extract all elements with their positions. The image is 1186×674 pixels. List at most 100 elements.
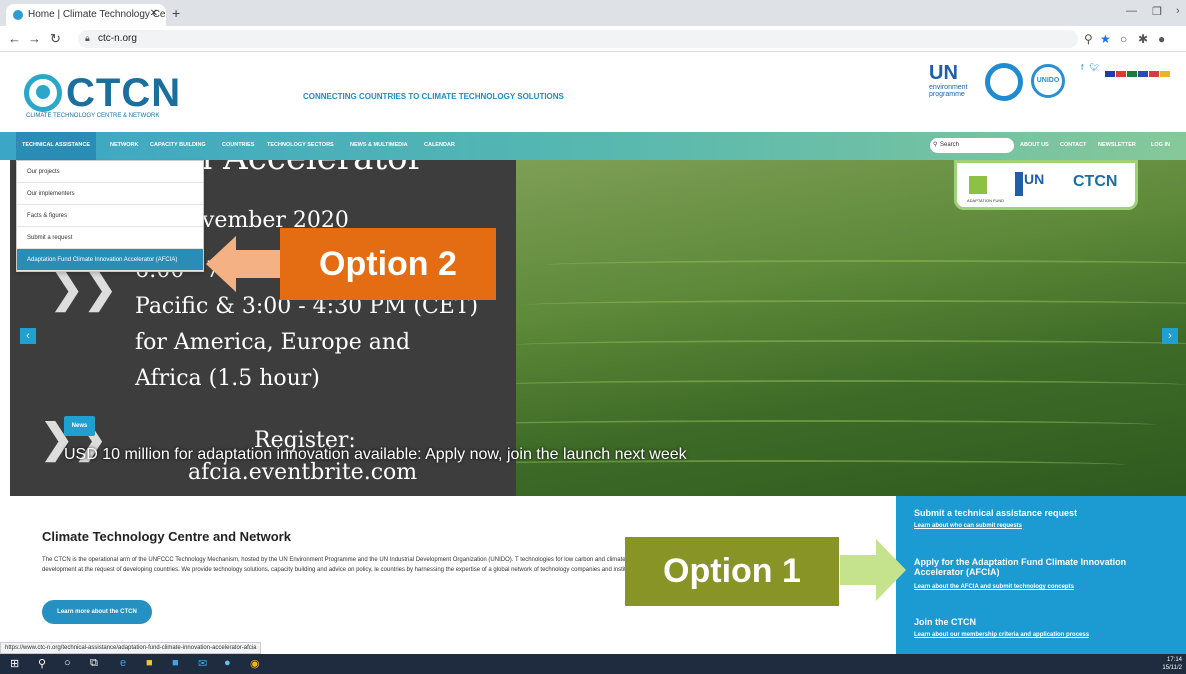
- partner-logos: UN environment programme UNIDO: [929, 62, 1069, 102]
- flag-cn-icon[interactable]: [1116, 71, 1126, 77]
- submit-request-title[interactable]: Submit a technical assistance request: [914, 508, 1077, 518]
- ctcn-logo-small: CTCN: [1073, 173, 1118, 190]
- flag-es-icon[interactable]: [1160, 71, 1170, 77]
- join-ctcn-title[interactable]: Join the CTCN: [914, 617, 976, 627]
- apply-afcia-link[interactable]: Learn about the AFCIA and submit technol…: [914, 584, 1074, 590]
- dropdown-item-afcia[interactable]: Adaptation Fund Climate Innovation Accel…: [17, 249, 203, 271]
- nav-newsletter[interactable]: NEWSLETTER: [1098, 142, 1136, 148]
- adaptation-fund-logo-icon: [969, 176, 987, 194]
- search-placeholder: Search: [940, 142, 960, 148]
- status-bar-url: https://www.ctc-n.org/technical-assistan…: [0, 642, 262, 654]
- twitter-icon[interactable]: 🐦︎: [1089, 63, 1099, 72]
- nav-countries[interactable]: COUNTRIES: [222, 142, 254, 148]
- nav-capacity-building[interactable]: CAPACITY BUILDING: [150, 142, 206, 148]
- tagline: CONNECTING COUNTRIES TO CLIMATE TECHNOLO…: [303, 92, 564, 101]
- nav-calendar[interactable]: CALENDAR: [424, 142, 455, 148]
- cortana-icon[interactable]: ○: [64, 657, 71, 669]
- nav-network[interactable]: NETWORK: [110, 142, 138, 148]
- option2-arrow-icon: [206, 236, 280, 292]
- dropdown-item-our-projects[interactable]: Our projects: [17, 161, 203, 183]
- search-icon[interactable]: ⚲: [38, 657, 46, 670]
- nav-about-us[interactable]: ABOUT US: [1020, 142, 1049, 148]
- nav-contact[interactable]: CONTACT: [1060, 142, 1086, 148]
- edge-icon[interactable]: e: [120, 657, 126, 669]
- chrome-icon[interactable]: ◉: [250, 657, 260, 670]
- zoom-icon[interactable]: ⚲: [1084, 32, 1093, 46]
- globe-icon: [24, 74, 62, 112]
- task-view-icon[interactable]: ⧉: [90, 657, 98, 670]
- unep-subtitle: environment programme: [929, 84, 968, 98]
- submit-request-link[interactable]: Learn about who can submit requests: [914, 523, 1022, 529]
- learn-more-button[interactable]: Learn more about the CTCN: [42, 600, 152, 624]
- nav-news-multimedia[interactable]: NEWS & MULTIMEDIA: [350, 142, 408, 148]
- url-text: ctc-n.org: [98, 33, 137, 44]
- flag-en-icon[interactable]: [1105, 71, 1115, 77]
- bookmark-star-icon[interactable]: ★: [1100, 32, 1111, 46]
- flag-fr-icon[interactable]: [1138, 71, 1148, 77]
- dropdown-item-our-implementers[interactable]: Our implementers: [17, 183, 203, 205]
- forward-arrow-icon[interactable]: →: [28, 31, 41, 46]
- logo-wordmark: CTCN: [66, 71, 182, 115]
- dropdown-item-submit-request[interactable]: Submit a request: [17, 227, 203, 249]
- language-flags: [1105, 64, 1171, 77]
- option1-arrow-icon: [840, 539, 906, 601]
- section-title: Climate Technology Centre and Network: [42, 529, 291, 544]
- apply-afcia-title[interactable]: Apply for the Adaptation Fund Climate In…: [914, 557, 1164, 577]
- facebook-icon[interactable]: f: [1081, 63, 1083, 72]
- close-tab-icon[interactable]: ✕: [150, 8, 158, 19]
- minimize-icon[interactable]: —: [1126, 5, 1137, 17]
- site-header: CTCN CLIMATE TECHNOLOGY CENTRE & NETWORK…: [0, 52, 1186, 132]
- reload-icon[interactable]: ↻: [50, 31, 61, 47]
- slide-region: for America, Europe and: [135, 330, 411, 355]
- tab-bar: Home | Climate Technology Cent ✕ + — ❐ ›: [0, 0, 1186, 26]
- site-favicon-icon: [13, 10, 23, 20]
- unep-logo: UN: [929, 62, 958, 84]
- technical-assistance-dropdown: Our projects Our implementers Facts & fi…: [16, 160, 204, 272]
- browser-window: { "browser": { "tab_title": "Home | Clim…: [0, 0, 1186, 674]
- slide-region-2: Africa (1.5 hour): [135, 366, 320, 391]
- maximize-icon[interactable]: ❐: [1152, 5, 1162, 18]
- mail-icon[interactable]: ✉: [198, 657, 207, 670]
- slide-title: on Accelerator: [170, 160, 424, 178]
- action-sidebox: Submit a technical assistance request Le…: [896, 496, 1186, 654]
- news-badge: News: [64, 416, 95, 436]
- new-tab-button[interactable]: +: [172, 5, 180, 21]
- nav-technology-sectors[interactable]: TECHNOLOGY SECTORS: [267, 142, 334, 148]
- news-headline[interactable]: USD 10 million for adaptation innovation…: [64, 446, 687, 464]
- logo-subtitle: CLIMATE TECHNOLOGY CENTRE & NETWORK: [26, 113, 160, 119]
- windows-start-icon[interactable]: ⊞: [10, 657, 19, 670]
- dropdown-item-facts-figures[interactable]: Facts & figures: [17, 205, 203, 227]
- undp-logo-icon: [1015, 172, 1023, 196]
- store-icon[interactable]: ■: [172, 657, 179, 669]
- browser-tab[interactable]: Home | Climate Technology Cent ✕: [6, 4, 166, 26]
- unido-logo: UNIDO: [1031, 64, 1065, 98]
- tab-title: Home | Climate Technology Cent: [28, 9, 166, 20]
- slider-next-button[interactable]: ›: [1162, 328, 1178, 344]
- option1-label: Option 1: [625, 537, 839, 606]
- chevron-right-icon: ❯❯: [50, 267, 118, 311]
- adaptation-fund-label: ADAPTATION FUND: [967, 198, 1005, 203]
- profile-icon[interactable]: ●: [1158, 32, 1165, 46]
- unep-logo-small: UN: [1024, 171, 1045, 187]
- slider-prev-button[interactable]: ‹: [20, 328, 36, 344]
- system-clock[interactable]: 17:14 15/11/2: [1162, 656, 1182, 672]
- app-icon[interactable]: ●: [224, 657, 231, 669]
- back-arrow-icon[interactable]: ←: [8, 31, 21, 46]
- flag-ru-icon[interactable]: [1149, 71, 1159, 77]
- puzzle-icon[interactable]: ✱: [1138, 32, 1148, 46]
- search-input[interactable]: ⚲ Search: [930, 138, 1014, 153]
- option2-label: Option 2: [280, 228, 496, 300]
- file-explorer-icon[interactable]: ■: [146, 657, 153, 669]
- flag-ar-icon[interactable]: [1127, 71, 1137, 77]
- windows-taskbar: ⊞ ⚲ ○ ⧉ e ■ ■ ✉ ● ◉ 17:14 15/11/2: [0, 654, 1186, 674]
- nav-technical-assistance[interactable]: TECHNICAL ASSISTANCE: [16, 132, 97, 160]
- search-icon: ⚲: [933, 142, 938, 148]
- nav-log-in[interactable]: LOG IN: [1151, 142, 1170, 148]
- social-icons: f 🐦︎: [1081, 63, 1100, 72]
- extension-icon[interactable]: ○: [1120, 32, 1127, 46]
- main-nav: TECHNICAL ASSISTANCE NETWORK CAPACITY BU…: [0, 132, 1186, 160]
- join-ctcn-link[interactable]: Learn about our membership criteria and …: [914, 632, 1089, 638]
- unfccc-logo-icon: [985, 63, 1023, 101]
- close-window-icon[interactable]: ›: [1176, 5, 1180, 17]
- url-bar[interactable]: 🔒︎ ctc-n.org: [78, 30, 1078, 48]
